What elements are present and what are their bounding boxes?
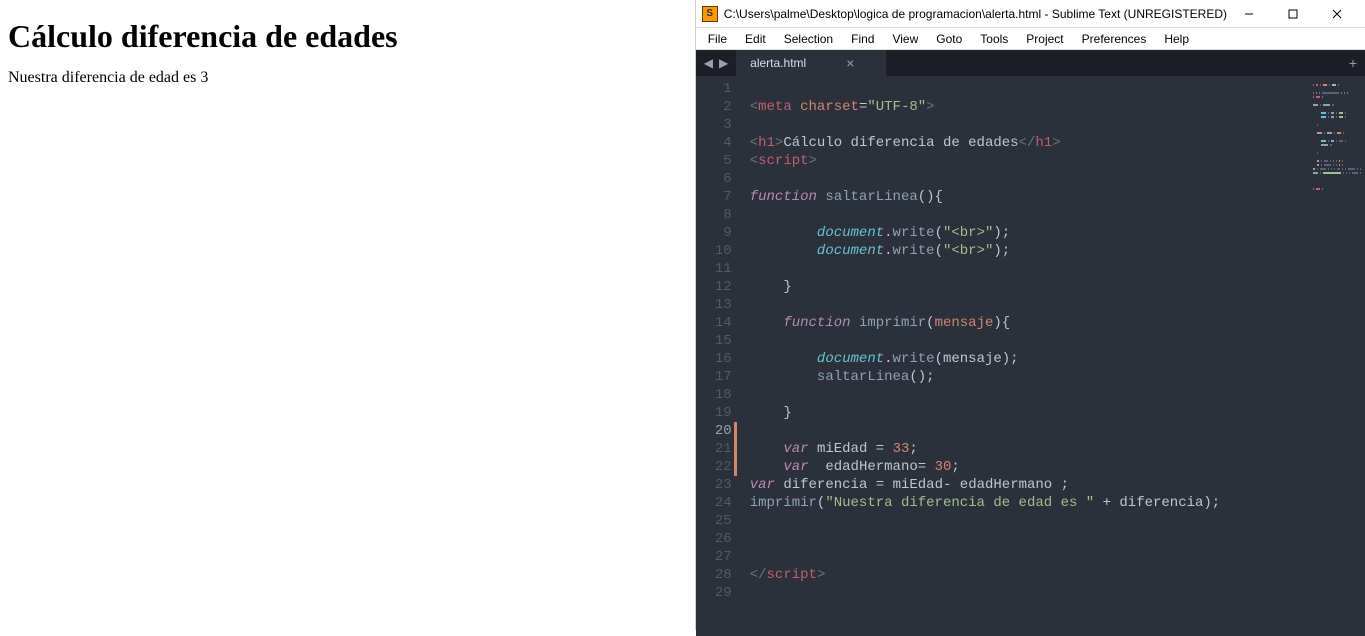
tab-close-icon[interactable]: ×: [846, 55, 854, 71]
minimize-icon: [1244, 9, 1254, 19]
code-line[interactable]: document.write(mensaje);: [750, 350, 1309, 368]
menu-item-selection[interactable]: Selection: [776, 30, 841, 48]
code-line[interactable]: [750, 332, 1309, 350]
tab-add-button[interactable]: +: [1341, 50, 1365, 76]
tab-back-icon[interactable]: ◀: [704, 56, 713, 70]
code-line[interactable]: [750, 296, 1309, 314]
code-line[interactable]: [750, 584, 1309, 602]
code-line[interactable]: [750, 206, 1309, 224]
menubar: FileEditSelectionFindViewGotoToolsProjec…: [696, 28, 1365, 50]
menu-item-help[interactable]: Help: [1156, 30, 1197, 48]
code-line[interactable]: var diferencia = miEdad- edadHermano ;: [750, 476, 1309, 494]
code-line[interactable]: [750, 170, 1309, 188]
code-line[interactable]: }: [750, 278, 1309, 296]
window-controls: [1227, 2, 1359, 26]
code-line[interactable]: [750, 116, 1309, 134]
menu-item-view[interactable]: View: [884, 30, 926, 48]
code-line[interactable]: [750, 422, 1309, 440]
browser-output-pane: Cálculo diferencia de edades Nuestra dif…: [0, 0, 696, 630]
code-line[interactable]: [750, 530, 1309, 548]
maximize-button[interactable]: [1271, 2, 1315, 26]
code-line[interactable]: function imprimir(mensaje){: [750, 314, 1309, 332]
tab-forward-icon[interactable]: ▶: [719, 56, 728, 70]
code-line[interactable]: <h1>Cálculo diferencia de edades</h1>: [750, 134, 1309, 152]
window-titlebar[interactable]: S C:\Users\palme\Desktop\logica de progr…: [696, 0, 1365, 28]
code-line[interactable]: [750, 260, 1309, 278]
code-line[interactable]: [750, 548, 1309, 566]
sublime-window: S C:\Users\palme\Desktop\logica de progr…: [696, 0, 1365, 636]
page-heading: Cálculo diferencia de edades: [8, 18, 687, 55]
tab-row: ◀ ▶ alerta.html × +: [696, 50, 1365, 76]
maximize-icon: [1288, 9, 1298, 19]
minimize-button[interactable]: [1227, 2, 1271, 26]
code-line[interactable]: var miEdad = 33;: [750, 440, 1309, 458]
code-line[interactable]: </script>: [750, 566, 1309, 584]
code-line[interactable]: [750, 80, 1309, 98]
code-line[interactable]: <script>: [750, 152, 1309, 170]
code-line[interactable]: var edadHermano= 30;: [750, 458, 1309, 476]
code-line[interactable]: saltarLinea();: [750, 368, 1309, 386]
code-line[interactable]: <meta charset="UTF-8">: [750, 98, 1309, 116]
minimap[interactable]: [1309, 76, 1365, 636]
menu-item-goto[interactable]: Goto: [928, 30, 970, 48]
code-content[interactable]: <meta charset="UTF-8"> <h1>Cálculo difere…: [740, 76, 1309, 636]
tab-nav-arrows: ◀ ▶: [696, 50, 736, 76]
code-line[interactable]: [750, 386, 1309, 404]
menu-item-file[interactable]: File: [700, 30, 735, 48]
code-line[interactable]: document.write("<br>");: [750, 224, 1309, 242]
line-gutter: 1234567891011121314151617181920212223242…: [696, 76, 740, 636]
code-editor[interactable]: 1234567891011121314151617181920212223242…: [696, 76, 1365, 636]
code-line[interactable]: document.write("<br>");: [750, 242, 1309, 260]
window-title: C:\Users\palme\Desktop\logica de program…: [724, 7, 1227, 21]
menu-item-preferences[interactable]: Preferences: [1074, 30, 1155, 48]
code-line[interactable]: function saltarLinea(){: [750, 188, 1309, 206]
code-line[interactable]: imprimir("Nuestra diferencia de edad es …: [750, 494, 1309, 512]
sublime-app-icon: S: [702, 6, 718, 22]
code-line[interactable]: }: [750, 404, 1309, 422]
close-icon: [1332, 9, 1342, 19]
menu-item-find[interactable]: Find: [843, 30, 882, 48]
menu-item-edit[interactable]: Edit: [737, 30, 774, 48]
tab-label: alerta.html: [750, 56, 806, 70]
close-button[interactable]: [1315, 2, 1359, 26]
menu-item-tools[interactable]: Tools: [972, 30, 1016, 48]
code-line[interactable]: [750, 512, 1309, 530]
menu-item-project[interactable]: Project: [1018, 30, 1071, 48]
page-body-text: Nuestra diferencia de edad es 3: [8, 69, 687, 87]
tab-active[interactable]: alerta.html ×: [736, 50, 886, 76]
